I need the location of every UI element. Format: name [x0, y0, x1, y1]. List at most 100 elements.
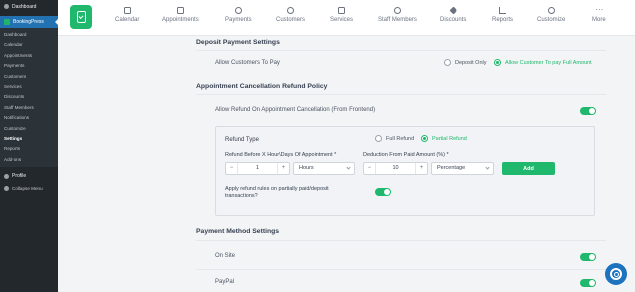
refund-before-label: Refund Before X Hour\Days Of Appointment…: [225, 152, 337, 158]
decrement-button[interactable]: −: [364, 163, 375, 174]
add-refund-rule-button[interactable]: Add: [502, 162, 555, 175]
radio-full-amount-dot: [494, 59, 501, 66]
paypal-label: PayPal: [215, 279, 235, 285]
radio-partial-refund[interactable]: Partial Refund: [421, 135, 467, 142]
apply-partial-label: Apply refund rules on partially paid/dep…: [225, 186, 329, 199]
nav-appointments-label: Appointments: [162, 17, 199, 23]
nav-calendar-label: Calendar: [115, 17, 140, 23]
radio-full-amount-label: Allow Customer To pay Full Amount: [505, 59, 592, 66]
help-button[interactable]: [605, 263, 627, 285]
deposit-section-title: Deposit Payment Settings: [196, 39, 280, 46]
refund-before-value[interactable]: 1: [237, 163, 278, 174]
reports-icon: [499, 7, 506, 14]
wp-submenu-reports[interactable]: Reports: [0, 144, 58, 154]
chevron-down-icon: [485, 165, 490, 170]
wp-menu-profile-label: Profile: [12, 173, 27, 180]
increment-button[interactable]: +: [416, 163, 427, 174]
nav-discounts-label: Discounts: [440, 17, 467, 23]
allow-refund-toggle[interactable]: [580, 107, 596, 115]
apply-partial-toggle[interactable]: [375, 188, 391, 196]
nav-calendar[interactable]: Calendar: [115, 7, 139, 23]
radio-deposit-only[interactable]: Deposit Only: [444, 59, 487, 66]
radio-partial-refund-label: Partial Refund: [432, 135, 467, 142]
wp-submenu-settings[interactable]: Settings: [0, 134, 58, 144]
nav-reports[interactable]: Reports: [492, 7, 513, 23]
allow-customers-to-pay-label: Allow Customers To Pay: [215, 60, 280, 66]
wp-submenu-customize[interactable]: Customize: [0, 124, 58, 134]
nav-more[interactable]: ··· More: [592, 5, 606, 24]
radio-full-refund-dot: [375, 135, 382, 142]
radio-full-refund-label: Full Refund: [386, 135, 415, 142]
decrement-button[interactable]: −: [226, 163, 237, 174]
divider: [196, 269, 606, 270]
customers-icon: [287, 7, 294, 14]
divider: [196, 240, 606, 241]
nav-customers-label: Customers: [276, 17, 306, 23]
deduction-label: Deduction From Paid Amount (%) *: [363, 152, 449, 158]
wp-menu-dashboard-label: Dashboard: [12, 3, 37, 10]
wp-submenu-services[interactable]: Services: [0, 82, 58, 92]
refund-unit-select[interactable]: Hours: [293, 162, 355, 175]
nav-customize-label: Customize: [537, 17, 566, 23]
nav-services[interactable]: Services: [330, 7, 353, 23]
wp-submenu-staff-members[interactable]: Staff Members: [0, 103, 58, 113]
user-icon: [4, 173, 9, 179]
customize-icon: [547, 7, 555, 14]
staff-members-icon: [393, 7, 401, 14]
more-icon: ···: [595, 5, 604, 14]
deduction-type-value: Percentage: [437, 165, 466, 171]
wp-menu-bookingpress[interactable]: BookingPress: [0, 16, 58, 28]
nav-staff-members[interactable]: Staff Members: [378, 7, 417, 23]
wp-submenu-appointments[interactable]: Appointments: [0, 51, 58, 61]
calendar-icon: [123, 7, 131, 14]
wp-submenu-dashboard[interactable]: Dashboard: [0, 30, 58, 40]
nav-more-label: More: [592, 17, 606, 23]
bookingpress-logo[interactable]: [70, 5, 92, 29]
nav-customize[interactable]: Customize: [537, 7, 565, 23]
divider: [196, 94, 606, 95]
wp-menu-profile[interactable]: Profile: [0, 170, 58, 182]
nav-services-label: Services: [330, 17, 354, 23]
radio-full-amount[interactable]: Allow Customer To pay Full Amount: [494, 59, 592, 66]
wp-submenu-calendar[interactable]: Calendar: [0, 40, 58, 50]
refund-rules-panel: Refund Type Full Refund Partial Refund R…: [215, 126, 595, 216]
increment-button[interactable]: +: [278, 163, 289, 174]
wp-submenu-payments[interactable]: Payments: [0, 61, 58, 71]
deduction-type-select[interactable]: Percentage: [431, 162, 494, 175]
on-site-label: On Site: [215, 253, 236, 259]
on-site-toggle[interactable]: [580, 253, 596, 261]
wp-submenu-notifications[interactable]: Notifications: [0, 113, 58, 123]
collapse-icon: [4, 185, 9, 191]
divider: [196, 50, 606, 51]
wp-menu-dashboard[interactable]: Dashboard: [0, 0, 58, 13]
refund-unit-value: Hours: [299, 165, 314, 171]
settings-content: Deposit Payment Settings Allow Customers…: [196, 36, 606, 292]
nav-payments[interactable]: Payments: [225, 7, 252, 23]
radio-deposit-only-dot: [444, 59, 451, 66]
wp-submenu-add-ons[interactable]: Add-ons: [0, 155, 58, 165]
deduction-stepper[interactable]: − 10 +: [363, 162, 428, 175]
nav-staff-members-label: Staff Members: [378, 17, 417, 23]
paypal-toggle[interactable]: [580, 279, 596, 287]
top-navigation: Calendar Appointments Payments Customers…: [58, 0, 635, 36]
wp-collapse-menu-label: Collapse Menu: [12, 185, 43, 191]
deduction-value[interactable]: 10: [375, 163, 416, 174]
appointments-icon: [176, 7, 184, 14]
refund-type-label: Refund Type: [225, 137, 259, 143]
nav-discounts[interactable]: Discounts: [440, 6, 467, 23]
refund-before-stepper[interactable]: − 1 +: [225, 162, 290, 175]
allow-refund-label: Allow Refund On Appointment Cancellation…: [215, 107, 376, 113]
nav-appointments[interactable]: Appointments: [162, 7, 199, 23]
wp-submenu-discounts[interactable]: Discounts: [0, 92, 58, 102]
payments-icon: [234, 7, 242, 14]
chevron-down-icon: [346, 165, 351, 170]
services-icon: [338, 7, 345, 14]
nav-customers[interactable]: Customers: [276, 7, 305, 23]
wp-collapse-menu[interactable]: Collapse Menu: [0, 182, 58, 194]
radio-full-refund[interactable]: Full Refund: [375, 135, 414, 142]
dashboard-icon: [4, 4, 9, 9]
wp-menu-bookingpress-label: BookingPress: [13, 19, 44, 25]
logo-icon: [76, 11, 86, 23]
lifebuoy-icon: [610, 268, 622, 280]
wp-submenu-customers[interactable]: Customers: [0, 72, 58, 82]
